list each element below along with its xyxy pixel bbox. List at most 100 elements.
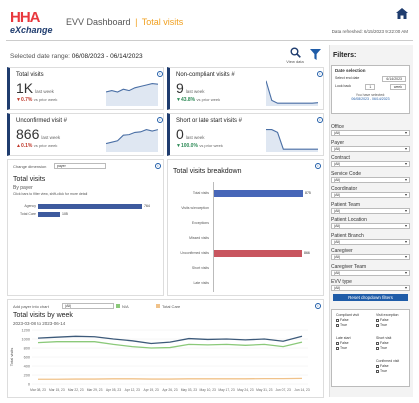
info-icon[interactable]: i (157, 71, 163, 77)
kpi-change: ▼43.8% vs prior week (176, 97, 220, 103)
breakdown-bar[interactable] (214, 190, 303, 197)
breakdown-bar[interactable] (214, 250, 302, 257)
filter-dropdown[interactable]: (All) (331, 269, 410, 276)
checkbox-option[interactable]: True (376, 323, 399, 327)
kpi-card-unconfirmed[interactable]: Unconfirmed visit # 866 last week ▲0.1% v… (7, 113, 164, 156)
checkbox[interactable] (336, 346, 339, 350)
filter-dropdown[interactable]: (All) (331, 285, 410, 291)
checkbox-group-compliant-visit: Compliant visit False True (336, 313, 359, 328)
filter-dropdown[interactable]: (All) (331, 130, 410, 136)
kpi-card-total-visits[interactable]: Total visits 1K last week ▼0.7% vs prior … (7, 67, 164, 110)
x-tick-label: Jun 07, 23 (275, 388, 291, 392)
view-data-label: View data (286, 59, 304, 64)
filter-dropdown[interactable]: (All) (331, 223, 410, 229)
filter-contract: Contract (All) (331, 155, 410, 170)
filter-dropdown[interactable]: (All) (331, 238, 410, 245)
filter-service-code: Service Code (All) (331, 171, 410, 186)
add-payer-select[interactable]: (All) (62, 303, 114, 309)
hha-logo: HHA eXchange (10, 10, 58, 40)
kpi-number: 9 (176, 80, 184, 96)
breakdown-label: Visits w/exception (181, 206, 209, 210)
x-tick-label: May 24, 23 (237, 388, 253, 392)
kpi-label: Short or late start visits # (176, 118, 243, 124)
checkbox-label: True (380, 346, 388, 350)
series-line[interactable] (37, 335, 303, 345)
payer-bar[interactable] (38, 204, 142, 209)
filter-coordinator: Coordinator (All) (331, 186, 410, 201)
x-tick-label: May 10, 23 (200, 388, 216, 392)
checkbox-option[interactable]: True (376, 346, 391, 350)
end-date-input[interactable]: 6/14/2023 (382, 76, 406, 82)
checkbox-group-title: Confirmed visit (376, 359, 400, 363)
x-tick-label: Apr 12, 23 (125, 388, 140, 392)
info-icon[interactable]: i (315, 163, 321, 169)
kpi-change: ▼100.0% vs prior week (176, 143, 223, 149)
logo-text-hha: HHA (10, 9, 41, 26)
checkbox-option[interactable]: True (376, 369, 399, 373)
kpi-card-short-late[interactable]: Short or late start visits # 0 last week … (167, 113, 324, 156)
filter-dropdown[interactable]: (All) (331, 192, 410, 198)
x-tick-label: Mar 08, 23 (30, 388, 46, 392)
checkbox-option[interactable]: True (336, 323, 359, 327)
date-range-value: 06/08/2023 - 06/14/2023 (71, 53, 143, 60)
lookback-unit-select[interactable]: week (389, 84, 406, 90)
x-tick-label: Mar 22, 23 (68, 388, 84, 392)
filter-dropdown[interactable]: (All) (331, 254, 410, 260)
kpi-change-note: vs prior week (33, 143, 58, 148)
reset-dropdown-filters-button[interactable]: Reset dropdown filters (333, 294, 408, 301)
sparkline-area (266, 80, 318, 106)
info-icon[interactable]: i (317, 117, 323, 123)
checkbox-option[interactable]: True (336, 346, 351, 350)
checkbox[interactable] (376, 346, 379, 350)
selected-date-range: Selected date range: 06/08/2023 - 06/14/… (10, 53, 143, 60)
checkbox-label: False (340, 341, 349, 345)
x-tick-label: Apr 26, 23 (162, 388, 177, 392)
info-icon[interactable]: i (155, 163, 161, 169)
info-icon[interactable]: i (157, 117, 163, 123)
kpi-unit: last week (41, 135, 61, 140)
sparkline-area (106, 83, 158, 106)
filter-icon[interactable] (310, 49, 321, 60)
kpi-unit: last week (185, 89, 205, 94)
checkbox[interactable] (336, 318, 339, 322)
kpi-change-value: ▼0.7% (16, 97, 33, 103)
app-title: EVV Dashboard (66, 17, 131, 27)
checkbox[interactable] (376, 364, 379, 368)
filter-dropdown[interactable]: (All) (331, 207, 410, 214)
checkbox-group-title: Visit exception (376, 313, 399, 317)
filter-dropdown[interactable]: (All) (331, 176, 410, 183)
lookback-input[interactable]: 1 (365, 84, 376, 90)
info-icon[interactable]: i (317, 71, 323, 77)
x-tick-label: Apr 05, 23 (106, 388, 121, 392)
checkbox[interactable] (376, 323, 379, 327)
legend-swatch (156, 304, 160, 308)
checkbox-option[interactable]: False (336, 341, 351, 345)
checkbox-option[interactable]: False (376, 364, 399, 368)
checkbox-option[interactable]: False (376, 318, 399, 322)
checkbox-option[interactable]: False (336, 318, 359, 322)
y-tick-label: 200 (24, 374, 30, 378)
checkbox[interactable] (376, 318, 379, 322)
payer-bar[interactable] (38, 212, 60, 217)
checkbox-option[interactable]: False (376, 341, 391, 345)
checkbox[interactable] (376, 369, 379, 373)
add-payer-label: Add payer into chart (13, 304, 49, 309)
kpi-change-value: ▲0.1% (16, 143, 33, 149)
kpi-change-note: vs prior week (199, 143, 223, 148)
change-dimension-select[interactable]: payer (54, 163, 106, 169)
bar-value: 105 (62, 212, 68, 216)
checkbox[interactable] (376, 341, 379, 345)
kpi-label: Total visits (16, 72, 44, 78)
filter-dropdown[interactable]: (All) (331, 145, 410, 152)
view-data-button[interactable]: View data (284, 47, 306, 64)
x-tick-label: Mar 15, 23 (49, 388, 65, 392)
series-line[interactable] (38, 377, 303, 380)
filter-dropdown[interactable]: (All) (331, 161, 410, 167)
home-icon[interactable] (396, 8, 408, 19)
kpi-card-non-compliant[interactable]: Non-compliant visits # 9 last week ▼43.8%… (167, 67, 324, 110)
checkbox[interactable] (336, 341, 339, 345)
checkbox[interactable] (336, 323, 339, 327)
breakdown-label: Total visits (192, 191, 209, 195)
info-icon[interactable]: i (315, 303, 321, 309)
lookback-row: Look back 1 week (332, 83, 409, 91)
